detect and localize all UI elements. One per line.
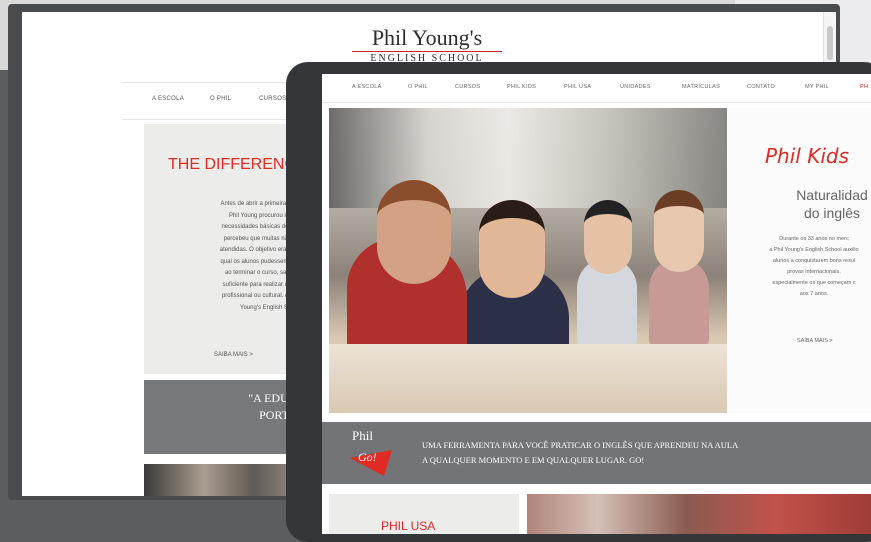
tablet-screen: A ESCOLA O PHIL CURSOS PHIL KIDS PHIL US…: [322, 74, 871, 534]
hero-boy-head: [377, 180, 451, 284]
phil-kids-subtitle: Naturalidad do inglês: [757, 186, 871, 222]
kids-line: especialmente os que começam c: [772, 280, 856, 286]
nav-phil-kids[interactable]: PHIL KIDS: [507, 84, 536, 90]
hero-photo-kids-classroom: [329, 108, 727, 413]
difference-title: THE DIFFERENC: [168, 156, 296, 173]
kids-line: alunos a conquistarem bons resul: [772, 258, 856, 264]
phil-go-logo-text: Phil: [352, 428, 373, 443]
logo-title: Phil Young's: [371, 25, 483, 50]
nav-my-phil[interactable]: MY PHIL: [805, 84, 829, 90]
hero-child-head: [654, 190, 704, 272]
nav-matriculas[interactable]: MATRÍCULAS: [682, 84, 720, 90]
phil-kids-body: Durante os 33 anos no merc a Phil Young'…: [729, 234, 871, 300]
phil-go-band[interactable]: Phil Go! UMA FERRAMENTA PARA VOCÊ PRATIC…: [322, 422, 871, 484]
hero-girl-head: [479, 200, 545, 298]
nav-cursos[interactable]: CURSOS: [259, 96, 286, 102]
tablet-nav: A ESCOLA O PHIL CURSOS PHIL KIDS PHIL US…: [322, 74, 871, 103]
scrollbar-thumb[interactable]: [827, 26, 833, 60]
hero-table: [329, 344, 727, 413]
site-logo[interactable]: Phil Young's ENGLISH SCHOOL: [352, 26, 502, 64]
subtitle-line: Naturalidad: [796, 187, 868, 203]
phil-usa-photo: [527, 494, 871, 534]
tagline-line: UMA FERRAMENTA PARA VOCÊ PRATICAR O INGL…: [422, 440, 739, 450]
phil-usa-title: PHIL USA: [381, 519, 436, 533]
phil-go-logo-go: Go!: [358, 450, 377, 464]
hero-child-head: [584, 200, 632, 274]
logo-divider: [352, 51, 502, 52]
tagline-line: A QUALQUER MOMENTO E EM QUALQUER LUGAR. …: [422, 455, 645, 465]
phil-kids-panel: Phil Kids Naturalidad do inglês Durante …: [727, 108, 871, 413]
tablet-device: A ESCOLA O PHIL CURSOS PHIL KIDS PHIL US…: [286, 62, 871, 542]
difference-more-link[interactable]: SAIBA MAIS >: [214, 352, 253, 358]
nav-phil-go[interactable]: PH: [860, 84, 868, 90]
nav-o-phil[interactable]: O PHIL: [210, 96, 231, 102]
phil-go-tagline: UMA FERRAMENTA PARA VOCÊ PRATICAR O INGL…: [422, 438, 871, 468]
nav-a-escola[interactable]: A ESCOLA: [352, 84, 382, 90]
kids-line: provas internacionais,: [787, 269, 841, 275]
nav-cursos[interactable]: CURSOS: [455, 84, 480, 90]
nav-contato[interactable]: CONTATO: [747, 84, 775, 90]
nav-a-escola[interactable]: A ESCOLA: [152, 96, 184, 102]
nav-o-phil[interactable]: O PHIL: [408, 84, 428, 90]
kids-line: a Phil Young's English School auxilio: [769, 247, 859, 253]
phil-usa-card: PHIL USA: [329, 494, 519, 534]
nav-phil-usa[interactable]: PHIL USA: [564, 84, 591, 90]
phil-kids-more-link[interactable]: SAIBA MAIS >: [797, 338, 833, 344]
kids-line: aos 7 anos.: [799, 291, 829, 297]
phil-kids-title: Phil Kids: [765, 144, 849, 168]
nav-unidades[interactable]: UNIDADES: [620, 84, 651, 90]
kids-line: Durante os 33 anos no merc: [779, 236, 849, 242]
subtitle-line: do inglês: [803, 205, 861, 221]
